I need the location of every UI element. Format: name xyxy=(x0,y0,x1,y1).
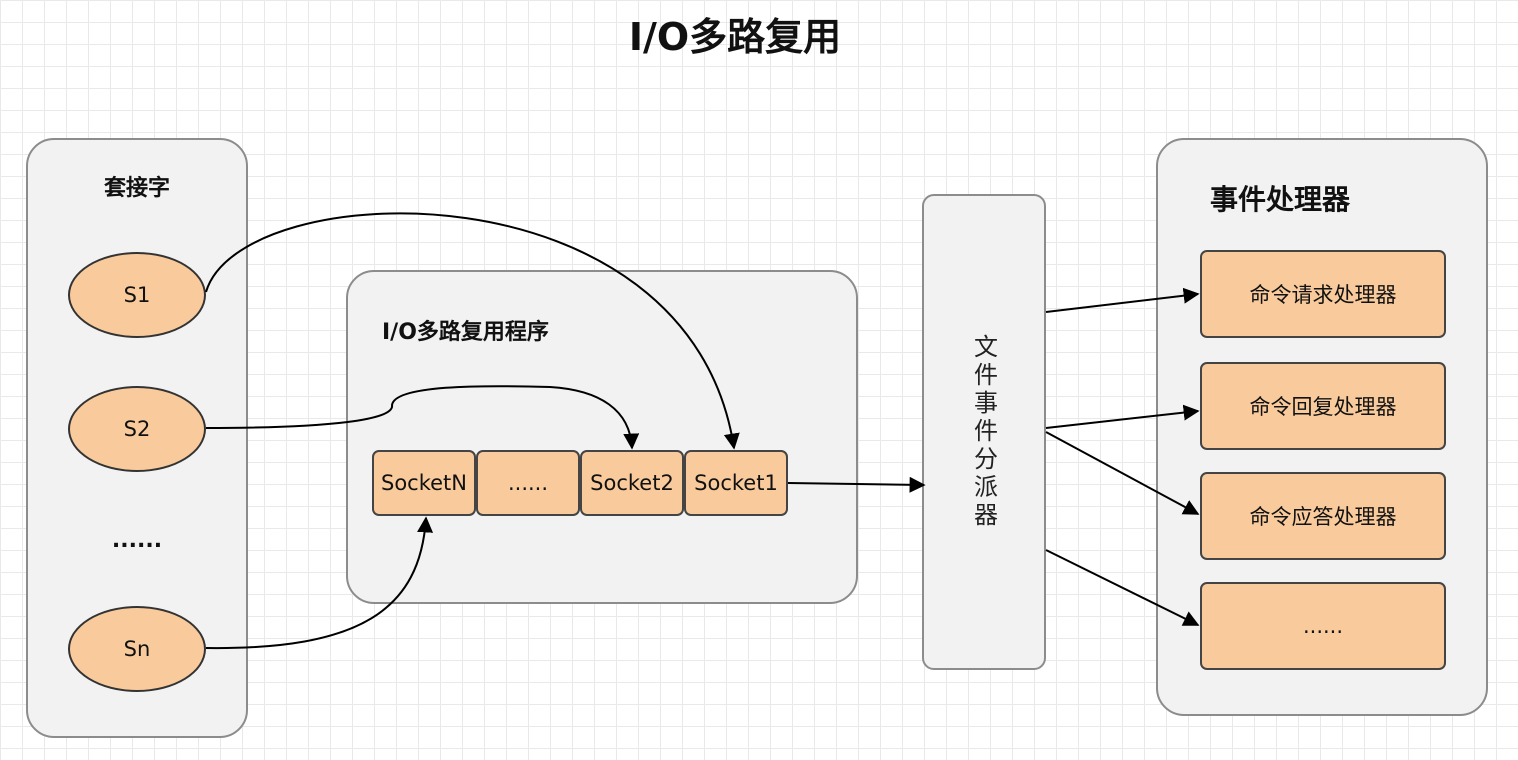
edge-dispatcher-to-reply-handler xyxy=(1045,404,1200,429)
edges-layer xyxy=(205,212,1200,650)
edge-s1-to-socket1 xyxy=(205,212,740,450)
edge-socket1-to-dispatcher xyxy=(787,476,926,493)
edge-sn-to-socketn xyxy=(205,516,434,650)
edge-s2-to-socket2 xyxy=(205,385,640,450)
edge-dispatcher-to-other-handler xyxy=(1045,549,1200,626)
edge-dispatcher-to-response-handler xyxy=(1045,431,1200,515)
edge-dispatcher-to-request-handler xyxy=(1045,287,1200,313)
